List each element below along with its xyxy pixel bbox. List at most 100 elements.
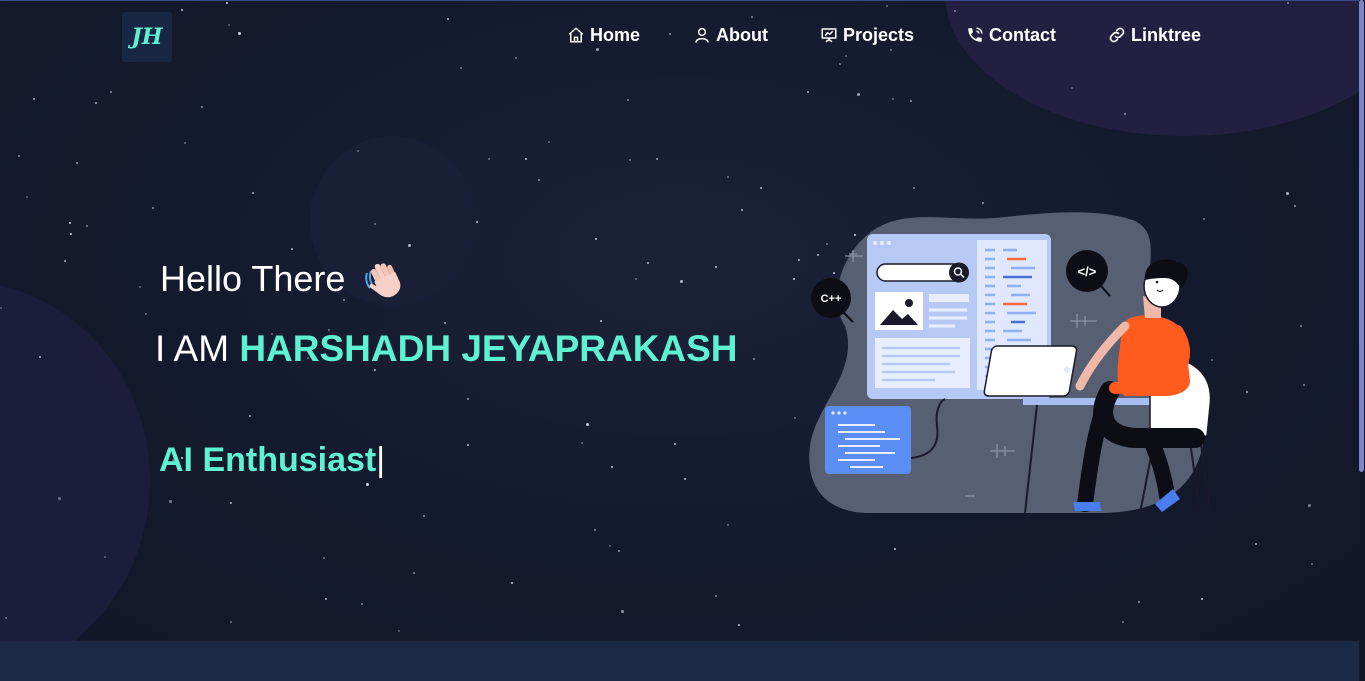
star (611, 466, 613, 468)
role-text: AI Enthusiast (159, 441, 377, 479)
star (413, 572, 415, 574)
nav-linktree-label: Linktree (1131, 24, 1202, 45)
star (982, 202, 984, 204)
developer-illustration: C++ </> (809, 212, 1212, 514)
star (398, 630, 400, 632)
nav-projects[interactable]: Projects (820, 23, 914, 47)
star (741, 209, 743, 211)
star (794, 417, 796, 419)
star (600, 320, 602, 322)
star (361, 603, 363, 605)
star (892, 98, 894, 100)
star (252, 192, 254, 194)
star (684, 478, 686, 480)
star (511, 582, 513, 584)
star (609, 545, 611, 547)
star (798, 259, 800, 261)
waving-hand-icon (365, 263, 401, 298)
home-icon (568, 27, 584, 43)
star (184, 142, 186, 144)
star (238, 32, 241, 35)
star (110, 91, 112, 93)
star (727, 176, 729, 178)
star (839, 63, 841, 65)
hero-name: HARSHADH JEYAPRAKASH (239, 328, 738, 369)
star (525, 158, 527, 160)
star (467, 398, 469, 400)
star (581, 442, 583, 444)
star (488, 158, 490, 160)
star (374, 223, 376, 225)
iam-prefix: I AM (155, 328, 230, 369)
star (635, 278, 637, 280)
star (169, 500, 172, 503)
star (69, 222, 71, 224)
logo-text: JH (131, 24, 163, 50)
scrollbar-thumb[interactable] (1359, 0, 1364, 472)
star (627, 99, 629, 101)
star (291, 248, 293, 250)
star (738, 624, 740, 626)
star (366, 483, 369, 486)
star (64, 260, 66, 262)
star (70, 233, 72, 235)
star (228, 24, 230, 26)
star (423, 515, 425, 517)
star (325, 598, 327, 600)
scrollbar-track[interactable] (1359, 0, 1365, 681)
hero-greeting: Hello There (160, 257, 405, 301)
next-section-band (0, 641, 1365, 681)
star (715, 595, 717, 597)
star (656, 158, 658, 160)
code-badge-text: </> (1078, 264, 1097, 279)
link-icon (1109, 27, 1125, 43)
star (890, 49, 892, 51)
star (596, 48, 599, 51)
star (715, 266, 717, 268)
star (1246, 391, 1248, 393)
star (33, 98, 35, 100)
star (95, 102, 97, 104)
star (1287, 2, 1289, 4)
star (910, 100, 912, 102)
nav-about[interactable]: About (693, 23, 768, 47)
star (886, 5, 888, 7)
nav-contact[interactable]: Contact (966, 23, 1056, 47)
star (145, 313, 147, 315)
star (0, 307, 2, 309)
star (323, 557, 325, 559)
star (753, 358, 755, 360)
cpp-badge-text: C++ (821, 293, 842, 305)
star (586, 423, 589, 426)
star (26, 196, 28, 198)
star (1122, 621, 1124, 623)
star (680, 280, 683, 283)
star (18, 155, 20, 157)
star (538, 179, 540, 181)
star (894, 548, 896, 550)
nav-home[interactable]: Home (567, 23, 640, 47)
phone-icon (968, 27, 983, 42)
star (1286, 192, 1289, 195)
star (807, 91, 809, 93)
star (845, 55, 847, 57)
main-nav: Home About Projects Contact Linktree (567, 23, 1201, 47)
site-logo[interactable]: JH (122, 12, 172, 62)
hero-section: JH Home About Projects Contact Linktree … (0, 0, 1365, 641)
star (460, 67, 462, 69)
star (76, 162, 78, 164)
star (152, 207, 154, 209)
star (751, 16, 753, 18)
star (201, 106, 203, 108)
presentation-icon (821, 28, 837, 43)
star (647, 262, 649, 264)
nav-contact-label: Contact (989, 24, 1057, 45)
typing-caret: | (376, 441, 386, 479)
greeting-text: Hello There (160, 258, 346, 299)
star (467, 444, 469, 446)
nav-linktree[interactable]: Linktree (1108, 23, 1201, 47)
star (595, 238, 597, 240)
star (444, 322, 446, 324)
star (1294, 205, 1296, 207)
star (621, 610, 624, 613)
